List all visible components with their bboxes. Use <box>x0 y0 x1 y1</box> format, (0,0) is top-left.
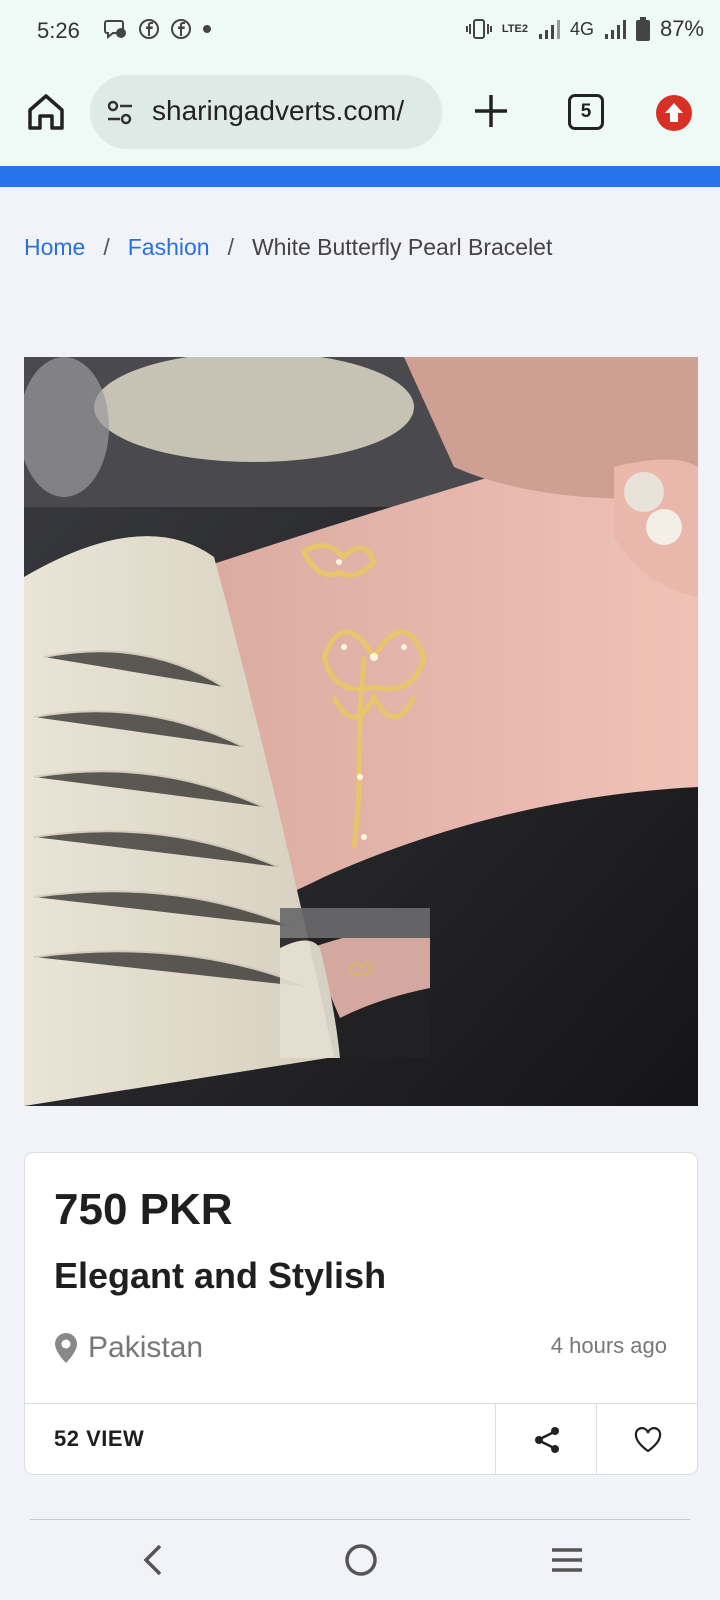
dot-icon <box>203 25 211 33</box>
back-icon[interactable] <box>138 1542 170 1578</box>
location-pin-icon <box>55 1333 77 1363</box>
status-bar: 5:26 LTE2 4G 87% <box>0 0 720 62</box>
listing-card: 750 PKR Elegant and Stylish Pakistan 4 h… <box>24 1152 698 1475</box>
address-bar[interactable]: sharingadverts.com/ <box>90 75 442 149</box>
view-count: 52 VIEW <box>54 1426 145 1451</box>
navigation-bar <box>0 1522 720 1600</box>
system-icons: LTE2 4G 87% <box>465 16 704 42</box>
signal-icon <box>538 20 560 39</box>
signal-icon <box>604 20 626 39</box>
heart-icon <box>634 1426 661 1452</box>
update-icon[interactable] <box>656 95 692 131</box>
location-text: Pakistan <box>88 1331 204 1364</box>
share-icon <box>534 1426 559 1453</box>
notification-icons <box>104 18 212 40</box>
listing-location: Pakistan <box>54 1331 203 1365</box>
site-settings-icon[interactable] <box>104 97 136 129</box>
home-circle-icon[interactable] <box>343 1542 379 1578</box>
breadcrumb-current: White Butterfly Pearl Bracelet <box>251 234 553 260</box>
recent-apps-icon[interactable] <box>550 1546 584 1574</box>
browser-toolbar: sharingadverts.com/ 5 <box>0 62 720 166</box>
share-button[interactable] <box>495 1404 597 1475</box>
volte-label: LTE2 <box>501 23 528 35</box>
card-footer: 52 VIEW <box>25 1403 697 1475</box>
breadcrumb-category[interactable]: Fashion <box>128 234 210 261</box>
battery-percent: 87% <box>659 16 704 41</box>
site-header-bar <box>0 166 720 187</box>
status-time: 5:26 <box>37 18 80 43</box>
facebook-icon <box>139 19 159 39</box>
breadcrumb-separator: / <box>227 234 234 260</box>
favorite-button[interactable] <box>596 1404 698 1475</box>
battery-icon <box>635 17 650 41</box>
network-type: 4G <box>569 18 594 39</box>
breadcrumb-separator: / <box>103 234 110 260</box>
tab-switcher-button[interactable]: 5 <box>568 94 604 130</box>
breadcrumb: Home / Fashion / White Butterfly Pearl B… <box>24 234 552 261</box>
divider <box>30 1519 690 1520</box>
listing-title: Elegant and Stylish <box>54 1255 387 1296</box>
vibrate-icon <box>465 19 492 39</box>
posted-time: 4 hours ago <box>550 1333 667 1358</box>
listing-price: 750 PKR <box>54 1185 233 1234</box>
facebook-icon <box>171 19 191 39</box>
breadcrumb-home[interactable]: Home <box>24 234 85 261</box>
url-text[interactable]: sharingadverts.com/ <box>152 95 438 127</box>
messenger-icon <box>104 20 126 40</box>
home-icon[interactable] <box>24 90 68 134</box>
image-thumbnail[interactable] <box>280 908 430 1058</box>
new-tab-icon[interactable] <box>470 90 512 132</box>
